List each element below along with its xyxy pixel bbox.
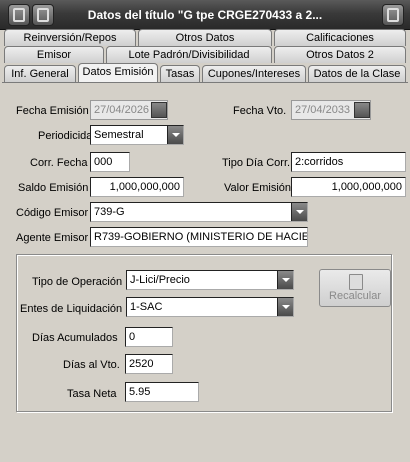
window-menu-icon[interactable] bbox=[8, 4, 30, 26]
tasa-neta-label: Tasa Neta bbox=[67, 388, 117, 400]
codigo-emisor-select[interactable]: 739-G bbox=[90, 202, 308, 222]
fecha-vto-value: 27/04/2033 bbox=[295, 104, 351, 116]
agente-emisor-input[interactable]: R739-GOBIERNO (MINISTERIO DE HACIEN bbox=[90, 227, 308, 247]
tipo-operacion-value: J-Lici/Precio bbox=[130, 274, 190, 286]
agente-emisor-label: Agente Emisor bbox=[16, 232, 89, 244]
chevron-down-icon[interactable] bbox=[167, 126, 183, 144]
tab-lote-padron[interactable]: Lote Padrón/Divisibilidad bbox=[106, 46, 272, 63]
corr-fecha-input[interactable]: 000 bbox=[90, 152, 130, 172]
dias-vto-value: 2520 bbox=[129, 358, 154, 370]
tab-cupones-intereses[interactable]: Cupones/Intereses bbox=[202, 65, 306, 82]
tab-otros-datos[interactable]: Otros Datos bbox=[138, 29, 272, 46]
tasa-neta-input[interactable]: 5.95 bbox=[125, 382, 199, 402]
codigo-emisor-value: 739-G bbox=[94, 206, 125, 218]
tasa-neta-value: 5.95 bbox=[129, 386, 151, 398]
tipo-dia-corr-value: 2:corridos bbox=[295, 156, 344, 168]
dias-vto-input[interactable]: 2520 bbox=[125, 354, 173, 374]
dias-acumulados-input[interactable]: 0 bbox=[125, 327, 173, 347]
window-close-icon[interactable] bbox=[382, 4, 404, 26]
tab-inf-general[interactable]: Inf. General bbox=[4, 65, 76, 82]
agente-emisor-value: R739-GOBIERNO (MINISTERIO DE HACIEN bbox=[94, 231, 308, 243]
chevron-down-icon[interactable] bbox=[277, 271, 293, 289]
chevron-down-icon[interactable] bbox=[277, 298, 293, 316]
tab-datos-emision[interactable]: Datos Emisión bbox=[78, 63, 158, 82]
calculator-icon bbox=[349, 274, 363, 290]
window-restore-icon[interactable] bbox=[32, 4, 54, 26]
entes-liquidacion-value: 1-SAC bbox=[130, 301, 163, 313]
fecha-vto-label: Fecha Vto. bbox=[233, 105, 287, 117]
dias-acumulados-value: 0 bbox=[129, 331, 136, 343]
tab-datos-de-la-clase[interactable]: Datos de la Clase bbox=[308, 65, 406, 82]
valor-emision-label: Valor Emisión bbox=[224, 182, 292, 194]
tipo-operacion-label: Tipo de Operación bbox=[32, 276, 123, 288]
tipo-dia-corr-label: Tipo Día Corr. bbox=[222, 157, 291, 169]
corr-fecha-value: 000 bbox=[94, 156, 113, 168]
recalcular-label: Recalcular bbox=[329, 290, 381, 302]
tab-calificaciones[interactable]: Calificaciones bbox=[274, 29, 406, 46]
tab-otros-datos-2[interactable]: Otros Datos 2 bbox=[274, 46, 406, 63]
dias-acumulados-label: Días Acumulados bbox=[32, 332, 118, 344]
saldo-emision-label: Saldo Emisión bbox=[18, 182, 89, 194]
corr-fecha-label: Corr. Fecha bbox=[30, 157, 88, 169]
calendar-icon[interactable] bbox=[151, 102, 167, 118]
tab-emisor[interactable]: Emisor bbox=[4, 46, 104, 63]
codigo-emisor-label: Código Emisor bbox=[16, 207, 89, 219]
valor-emision-input[interactable]: 1,000,000,000 bbox=[291, 177, 406, 197]
tab-reinversion-repos[interactable]: Reinversión/Repos bbox=[4, 29, 136, 46]
fecha-emision-value: 27/04/2026 bbox=[94, 104, 150, 116]
saldo-emision-value: 1,000,000,000 bbox=[109, 181, 180, 193]
entes-liquidacion-label: Entes de Liquidación bbox=[20, 303, 123, 315]
valor-emision-value: 1,000,000,000 bbox=[331, 181, 402, 193]
calendar-icon[interactable] bbox=[354, 102, 370, 118]
dias-vto-label: Días al Vto. bbox=[63, 359, 120, 371]
tab-tasas[interactable]: Tasas bbox=[160, 65, 200, 82]
fecha-emision-label: Fecha Emisión bbox=[16, 105, 89, 117]
chevron-down-icon[interactable] bbox=[291, 203, 307, 221]
tipo-dia-corr-input[interactable]: 2:corridos bbox=[291, 152, 406, 172]
entes-liquidacion-select[interactable]: 1-SAC bbox=[126, 297, 294, 317]
window-title: Datos del título "G tpe CRGE270433 a 2..… bbox=[87, 8, 323, 22]
periodicidad-select[interactable]: Semestral bbox=[90, 125, 184, 145]
periodicidad-value: Semestral bbox=[94, 129, 144, 141]
recalcular-button[interactable]: Recalcular bbox=[319, 269, 391, 307]
tipo-operacion-select[interactable]: J-Lici/Precio bbox=[126, 270, 294, 290]
saldo-emision-input[interactable]: 1,000,000,000 bbox=[90, 177, 184, 197]
